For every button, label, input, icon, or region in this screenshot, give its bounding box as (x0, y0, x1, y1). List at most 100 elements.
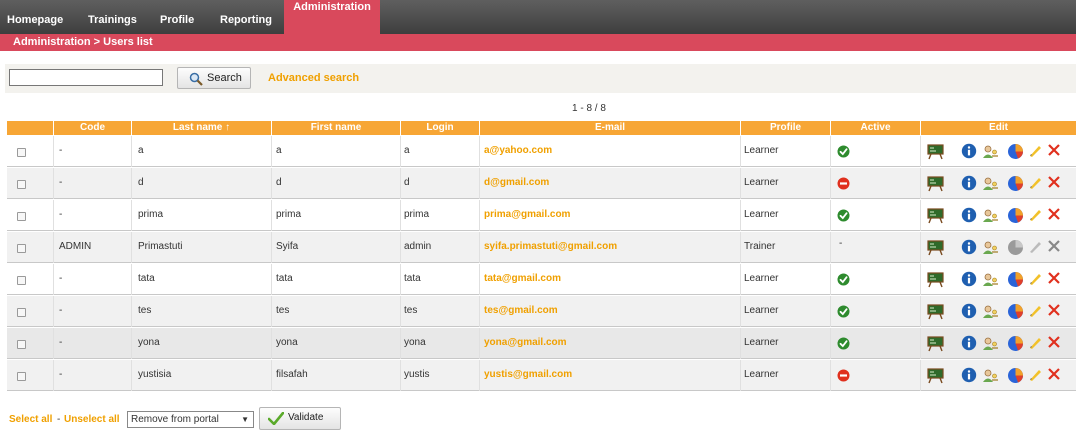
edit-pencil-icon[interactable] (1028, 175, 1043, 193)
delete-x-icon[interactable] (1047, 335, 1061, 352)
bulk-action-select[interactable]: Remove from portal ▼ (127, 411, 254, 428)
info-icon[interactable] (961, 143, 977, 162)
validate-button[interactable]: Validate (259, 407, 341, 430)
header-first-name[interactable]: First name (271, 121, 400, 135)
delete-x-icon[interactable] (1047, 143, 1061, 160)
cell-email[interactable]: prima@gmail.com (484, 209, 570, 220)
tab-homepage[interactable]: Homepage (7, 0, 63, 34)
info-icon[interactable] (961, 335, 977, 354)
user-roles-icon[interactable] (982, 335, 999, 355)
column-divider (271, 200, 272, 231)
column-divider (271, 232, 272, 263)
reporting-pie-icon[interactable] (1007, 207, 1024, 227)
cell-first-name: yona (276, 337, 298, 348)
user-courses-icon[interactable] (927, 367, 944, 387)
header-active[interactable]: Active (830, 121, 920, 135)
reporting-pie-icon[interactable] (1007, 175, 1024, 195)
cell-email[interactable]: tata@gmail.com (484, 273, 561, 284)
reporting-pie-icon[interactable] (1007, 335, 1024, 355)
edit-pencil-icon[interactable] (1028, 143, 1043, 161)
tab-profile[interactable]: Profile (160, 0, 194, 34)
cell-first-name: d (276, 177, 282, 188)
cell-email[interactable]: tes@gmail.com (484, 305, 558, 316)
search-input[interactable] (9, 69, 163, 86)
breadcrumb-bar: Administration > Users list (0, 34, 1076, 51)
row-checkbox[interactable] (17, 212, 26, 221)
reporting-pie-icon[interactable] (1007, 303, 1024, 323)
delete-x-icon[interactable] (1047, 367, 1061, 384)
header-last-name[interactable]: Last name ↑ (131, 121, 271, 135)
user-courses-icon[interactable] (927, 271, 944, 291)
user-roles-icon[interactable] (982, 207, 999, 227)
reporting-pie-icon[interactable] (1007, 143, 1024, 163)
row-checkbox[interactable] (17, 180, 26, 189)
info-icon[interactable] (961, 303, 977, 322)
user-roles-icon[interactable] (982, 175, 999, 195)
active-check-icon[interactable] (837, 145, 850, 158)
row-checkbox[interactable] (17, 308, 26, 317)
cell-email[interactable]: yona@gmail.com (484, 337, 567, 348)
info-icon[interactable] (961, 367, 977, 386)
cell-email[interactable]: d@gmail.com (484, 177, 549, 188)
inactive-stop-icon[interactable] (837, 369, 850, 382)
row-checkbox[interactable] (17, 244, 26, 253)
active-check-icon[interactable] (837, 337, 850, 350)
cell-email[interactable]: a@yahoo.com (484, 145, 552, 156)
user-roles-icon[interactable] (982, 143, 999, 163)
edit-pencil-icon[interactable] (1028, 303, 1043, 321)
delete-x-icon[interactable] (1047, 175, 1061, 192)
unselect-all-link[interactable]: Unselect all (64, 414, 120, 425)
reporting-pie-icon[interactable] (1007, 367, 1024, 387)
reporting-pie-icon[interactable] (1007, 271, 1024, 291)
user-roles-icon[interactable] (982, 303, 999, 323)
header-email[interactable]: E-mail (479, 121, 740, 135)
inactive-stop-icon[interactable] (837, 177, 850, 190)
info-icon[interactable] (961, 207, 977, 226)
user-roles-icon[interactable] (982, 271, 999, 291)
active-check-icon[interactable] (837, 209, 850, 222)
delete-x-icon[interactable] (1047, 271, 1061, 288)
user-courses-icon[interactable] (927, 335, 944, 355)
delete-x-icon[interactable] (1047, 303, 1061, 320)
row-checkbox[interactable] (17, 372, 26, 381)
advanced-search-link[interactable]: Advanced search (268, 72, 359, 84)
info-icon[interactable] (961, 271, 977, 290)
user-courses-icon[interactable] (927, 175, 944, 195)
tab-administration[interactable]: Administration (284, 0, 380, 34)
row-checkbox[interactable] (17, 276, 26, 285)
active-check-icon[interactable] (837, 273, 850, 286)
cell-email[interactable]: yustis@gmail.com (484, 369, 572, 380)
select-all-link[interactable]: Select all (9, 414, 52, 425)
user-courses-icon[interactable] (927, 303, 944, 323)
edit-pencil-icon[interactable] (1028, 335, 1043, 353)
delete-x-icon[interactable] (1047, 207, 1061, 224)
info-icon[interactable] (961, 239, 977, 258)
header-profile[interactable]: Profile (740, 121, 830, 135)
tab-reporting[interactable]: Reporting (220, 0, 272, 34)
column-divider (740, 200, 741, 231)
column-divider (740, 264, 741, 295)
user-roles-icon[interactable] (982, 367, 999, 387)
column-divider (830, 136, 831, 167)
search-button[interactable]: Search (177, 67, 251, 89)
cell-profile: Learner (744, 145, 779, 156)
row-checkbox[interactable] (17, 148, 26, 157)
active-check-icon[interactable] (837, 305, 850, 318)
user-courses-icon[interactable] (927, 143, 944, 163)
tab-trainings[interactable]: Trainings (88, 0, 137, 34)
header-code[interactable]: Code (53, 121, 131, 135)
edit-pencil-icon[interactable] (1028, 367, 1043, 385)
cell-email[interactable]: syifa.primastuti@gmail.com (484, 241, 617, 252)
user-courses-icon[interactable] (927, 207, 944, 227)
cell-first-name: a (276, 145, 282, 156)
user-courses-icon[interactable] (927, 239, 944, 259)
edit-pencil-icon[interactable] (1028, 271, 1043, 289)
header-login[interactable]: Login (400, 121, 479, 135)
column-divider (830, 232, 831, 263)
pagination-count: 1 - 8 / 8 (572, 103, 606, 114)
edit-pencil-icon[interactable] (1028, 207, 1043, 225)
info-icon[interactable] (961, 175, 977, 194)
user-roles-icon[interactable] (982, 239, 999, 259)
row-checkbox[interactable] (17, 340, 26, 349)
column-divider (131, 296, 132, 327)
